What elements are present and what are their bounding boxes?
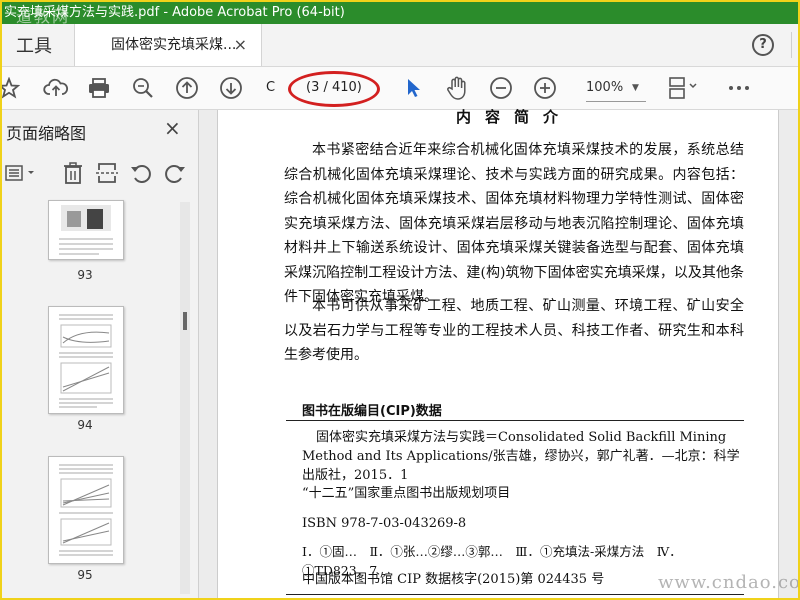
main-toolbar: C (3 / 410) 100% ▼ [2,67,798,110]
more-options-icon[interactable] [726,75,752,101]
intro-paragraph: 本书紧密结合近年来综合机械化固体充填采煤技术的发展，系统总结综合机械化固体充填采… [284,142,744,305]
red-annotation-circle [288,71,380,107]
audience-paragraph: 本书可供从事采矿工程、地质工程、矿山测量、环境工程、矿山安全以及岩石力学与工程等… [284,298,744,363]
watermark-logo: 道教网 [16,7,71,24]
select-cursor-icon[interactable] [400,75,426,101]
document-viewport: 内容简介 本书紧密结合近年来综合机械化固体充填采煤技术的发展，系统总结综合机械化… [199,108,798,598]
page-heading: 内容简介 [456,108,573,126]
next-page-icon[interactable] [218,75,244,101]
bookmark-star-icon[interactable] [2,75,22,101]
page-input[interactable]: C [266,80,275,95]
title-bar: 实充填采煤方法与实践.pdf - Adobe Acrobat Pro (64-b… [2,2,798,24]
cip-bottom-rule [286,594,744,595]
delete-icon[interactable] [60,160,86,186]
zoom-out-icon[interactable] [488,75,514,101]
thumbnail-scrollbar[interactable] [180,202,190,594]
hand-tool-icon[interactable] [444,75,470,101]
document-page: 内容简介 本书紧密结合近年来综合机械化固体充填采煤技术的发展，系统总结综合机械化… [217,108,779,598]
print-icon[interactable] [86,75,112,101]
page-display-icon[interactable] [666,75,700,101]
thumbnail-list: 93 94 95 [2,198,178,598]
rotate-right-icon[interactable] [162,160,188,186]
cip-title: 固体密实充填采煤方法与实践＝Consolidated Solid Backfil… [302,430,740,483]
chevron-down-icon: ▼ [632,83,639,93]
page-thumbnail[interactable] [48,456,124,564]
rotate-left-icon[interactable] [128,160,154,186]
cip-isbn: ISBN 978-7-03-043269-8 [302,516,467,531]
thumbnail-page-number: 93 [77,268,93,282]
tab-document[interactable]: 固体密实充填采煤... × [74,24,262,66]
help-icon[interactable]: ? [752,34,774,56]
thumbnail-page-number: 94 [77,418,93,432]
scrollbar-thumb[interactable] [183,312,187,330]
tab-bar: 工具 固体密实充填采煤... × ? [2,24,798,67]
cip-heading: 图书在版编目(CIP)数据 [302,404,442,419]
page-thumbnail[interactable] [48,306,124,414]
tab-document-label: 固体密实充填采煤... [111,37,237,53]
cip-project: “十二五”国家重点图书出版规划项目 [302,486,511,501]
tab-tools[interactable]: 工具 [16,32,52,58]
cip-top-rule [286,420,744,421]
thumbnail-options-icon[interactable] [4,160,40,186]
cloud-upload-icon[interactable] [42,75,70,101]
close-tab-icon[interactable]: × [234,24,247,66]
zoom-level-select[interactable]: 100% ▼ [586,75,646,102]
previous-page-icon[interactable] [174,75,200,101]
page-thumbnail[interactable] [48,200,124,260]
tab-bar-divider [791,32,792,58]
panel-title: 页面缩略图 [6,124,87,143]
zoom-in-icon[interactable] [532,75,558,101]
thumbnail-panel: 页面缩略图 × 93 94 95 [2,110,199,598]
app-window: 实充填采煤方法与实践.pdf - Adobe Acrobat Pro (64-b… [0,0,800,600]
thumbnail-page-number: 95 [77,568,93,582]
watermark-url: www.cndao.com [658,572,800,593]
close-panel-icon[interactable]: × [164,116,181,140]
zoom-search-icon[interactable] [130,75,156,101]
extract-pages-icon[interactable] [94,160,120,186]
panel-toolbar [2,154,198,194]
zoom-level-value: 100% [586,80,624,95]
